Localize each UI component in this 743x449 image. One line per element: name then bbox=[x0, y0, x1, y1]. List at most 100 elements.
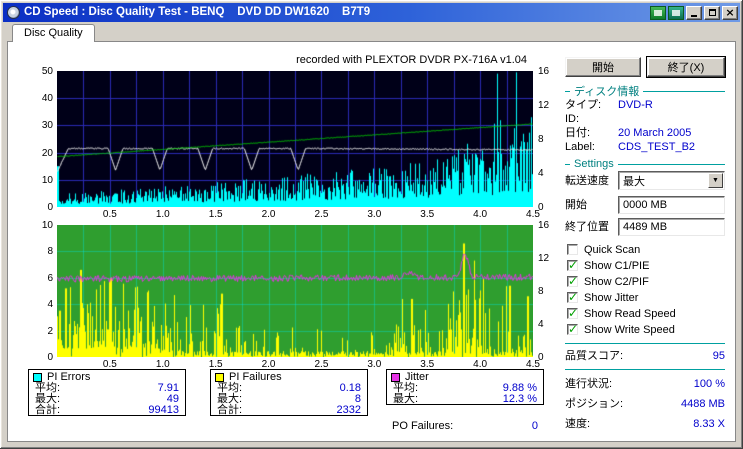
exit-button[interactable]: 終了(X) bbox=[647, 57, 725, 77]
checkbox-box[interactable]: ✓ bbox=[567, 244, 578, 255]
separator-line bbox=[565, 343, 725, 344]
axis-tick-label: 4.5 bbox=[526, 209, 540, 220]
axis-tick-label: 16 bbox=[538, 220, 550, 231]
axis-tick-label: 3.5 bbox=[420, 359, 435, 370]
settings-header-label: Settings bbox=[574, 158, 614, 170]
position-value: 4488 MB bbox=[680, 398, 725, 410]
checkbox-show-write-speed[interactable]: ✓ Show Write Speed bbox=[567, 322, 675, 336]
axis-tick-label: 1.5 bbox=[208, 209, 223, 220]
checkbox-box[interactable]: ✓ bbox=[567, 274, 579, 288]
pi-failures-jitter-chart bbox=[57, 225, 533, 357]
axis-tick-label: 4 bbox=[538, 168, 544, 179]
speed-status-value: 8.33 X bbox=[693, 418, 725, 430]
checkbox-box[interactable]: ✓ bbox=[567, 258, 579, 272]
checkbox-label: Show Write Speed bbox=[584, 323, 675, 336]
maximize-button[interactable] bbox=[704, 5, 720, 20]
speed-selected-value: 最大 bbox=[623, 175, 645, 188]
axis-tick-label: 20 bbox=[41, 147, 53, 159]
start-button[interactable]: 開始 bbox=[565, 57, 641, 77]
speed-status-label: 速度: bbox=[565, 418, 591, 430]
close-button[interactable]: × bbox=[722, 5, 738, 20]
disc-date-label: 日付: bbox=[565, 127, 591, 139]
checkbox-show-jitter[interactable]: ✓ Show Jitter bbox=[567, 290, 639, 304]
titlebar-tool-icon-1[interactable] bbox=[650, 5, 666, 20]
pi-failures-stat-box: PI Failures 平均: 0.18 最大: 8 合計: 2332 bbox=[210, 369, 368, 416]
axis-tick-label: 0 bbox=[47, 352, 53, 363]
axis-tick-label: 0.5 bbox=[102, 359, 117, 370]
quality-score-value: 95 bbox=[712, 350, 725, 362]
axis-tick-label: 12 bbox=[538, 253, 550, 264]
speed-label: 転送速度 bbox=[565, 175, 609, 187]
axis-tick-label: 8 bbox=[538, 134, 544, 145]
checkbox-box[interactable]: ✓ bbox=[567, 290, 579, 304]
minimize-button[interactable] bbox=[686, 5, 702, 20]
titlebar-tool-icon-2[interactable] bbox=[668, 5, 684, 20]
check-icon: ✓ bbox=[568, 322, 579, 336]
axis-tick-label: 10 bbox=[41, 174, 53, 186]
minimize-icon bbox=[691, 15, 697, 17]
stat-value: 2332 bbox=[336, 404, 361, 416]
section-rule bbox=[643, 90, 725, 92]
end-pos-input[interactable]: 4489 MB bbox=[618, 218, 725, 236]
axis-tick-label: 2.0 bbox=[261, 359, 276, 370]
stat-value: 12.3 % bbox=[502, 393, 537, 405]
tab-disc-quality[interactable]: Disc Quality bbox=[12, 24, 95, 42]
axis-tick-label: 3.5 bbox=[420, 209, 435, 220]
exit-button-label: 終了(X) bbox=[667, 62, 705, 74]
progress-label: 進行状況: bbox=[565, 378, 613, 390]
checkbox-box[interactable]: ✓ bbox=[567, 322, 579, 336]
titlebar-controls: × bbox=[650, 5, 738, 20]
checkbox-label: Show C2/PIF bbox=[584, 275, 649, 288]
tab-label: Disc Quality bbox=[24, 27, 83, 39]
end-pos-value: 4489 MB bbox=[623, 221, 668, 233]
axis-tick-label: 4 bbox=[538, 319, 544, 330]
pi-errors-chart bbox=[57, 71, 533, 207]
checkbox-show-c2-pif[interactable]: ✓ Show C2/PIF bbox=[567, 274, 649, 288]
close-icon: × bbox=[725, 5, 735, 19]
speed-select[interactable]: 最大 ▼ bbox=[618, 171, 725, 190]
axis-tick-label: 50 bbox=[41, 66, 53, 77]
axis-tick-label: 2 bbox=[47, 325, 53, 337]
quality-score-label: 品質スコア: bbox=[565, 350, 624, 362]
checkbox-quick-scan[interactable]: ✓ Quick Scan bbox=[567, 243, 640, 256]
stat-label: 合計: bbox=[217, 404, 243, 416]
checkbox-box[interactable]: ✓ bbox=[567, 306, 579, 320]
disc-type-value: DVD-R bbox=[618, 99, 653, 111]
stat-row: 合計: 99413 bbox=[29, 405, 185, 416]
disc-info-header-label: ディスク情報 bbox=[574, 86, 640, 98]
po-failures-label: PO Failures: bbox=[392, 420, 454, 432]
check-icon: ✓ bbox=[568, 258, 579, 272]
axis-tick-label: 30 bbox=[41, 120, 53, 132]
axis-tick-label: 4.0 bbox=[473, 359, 488, 370]
start-pos-input[interactable]: 0000 MB bbox=[618, 196, 725, 214]
axis-tick-label: 12 bbox=[538, 100, 550, 111]
check-icon: ✓ bbox=[568, 306, 579, 320]
disc-id-label: ID: bbox=[565, 113, 580, 125]
checkbox-show-read-speed[interactable]: ✓ Show Read Speed bbox=[567, 306, 676, 320]
chevron-down-icon[interactable]: ▼ bbox=[708, 173, 723, 188]
disc-id-row: ID: bbox=[565, 113, 725, 126]
progress-row: 進行状況: 100 % bbox=[565, 378, 725, 391]
axis-tick-label: 10 bbox=[41, 220, 53, 231]
axis-tick-label: 6 bbox=[47, 272, 53, 284]
app-cd-icon bbox=[7, 6, 20, 19]
disc-date-row: 日付: 20 March 2005 bbox=[565, 127, 725, 140]
titlebar[interactable]: CD Speed : Disc Quality Test - BENQ DVD … bbox=[3, 3, 740, 22]
stat-label: 合計: bbox=[35, 404, 61, 416]
window-title: CD Speed : Disc Quality Test - BENQ DVD … bbox=[24, 6, 371, 18]
checkbox-label: Show Read Speed bbox=[584, 307, 676, 320]
stat-label: 最大: bbox=[393, 393, 419, 405]
quality-score-row: 品質スコア: 95 bbox=[565, 350, 725, 363]
stat-row: 最大: 12.3 % bbox=[387, 394, 543, 405]
progress-value: 100 % bbox=[693, 378, 725, 390]
checkbox-label: Show Jitter bbox=[584, 291, 639, 304]
axis-tick-label: 8 bbox=[538, 286, 544, 297]
tab-page: recorded with PLEXTOR DVDR PX-716A v1.04… bbox=[7, 41, 736, 442]
checkbox-show-c1-pie[interactable]: ✓ Show C1/PIE bbox=[567, 258, 650, 272]
checkbox-label: Show C1/PIE bbox=[584, 259, 650, 272]
check-icon: ✓ bbox=[568, 290, 579, 304]
check-icon: ✓ bbox=[568, 274, 579, 288]
position-label: ポジション: bbox=[565, 398, 624, 410]
settings-header: Settings bbox=[565, 158, 725, 170]
axis-tick-label: 4.5 bbox=[526, 359, 540, 370]
